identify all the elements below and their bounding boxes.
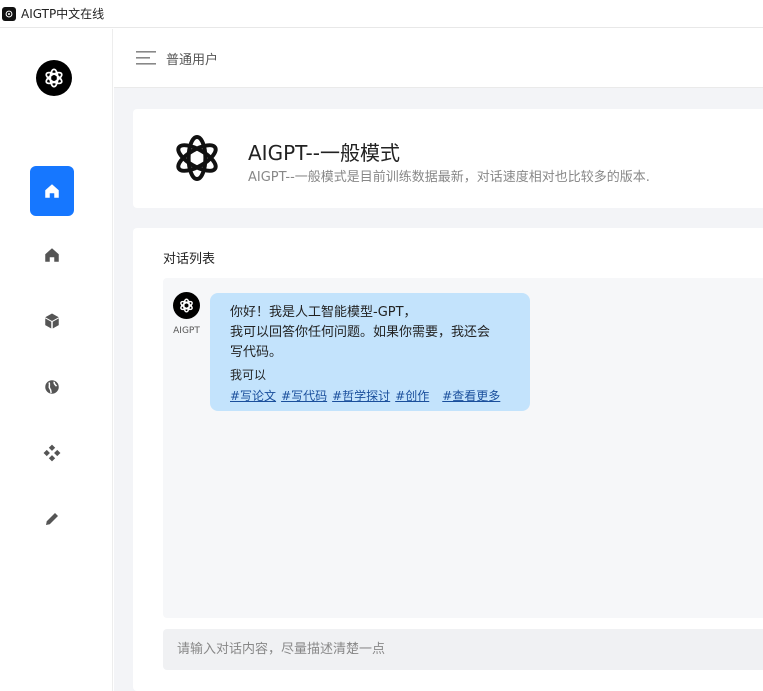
tag-philosophy[interactable]: #哲学探讨 <box>332 389 390 403</box>
sidebar-item-cube[interactable] <box>30 296 74 346</box>
diamonds-icon <box>43 444 61 462</box>
sidebar-item-globe[interactable] <box>30 362 74 412</box>
message-line: 我可以回答你任何问题。如果你需要，我还会 <box>230 325 491 340</box>
chat-message-area[interactable]: AIGPT 你好！我是人工智能模型-GPT， 我可以回答你任何问题。如果你需要，… <box>163 278 763 618</box>
model-info-card: AIGPT--一般模式 AIGPT--一般模式是目前训练数据最新，对话速度相对也… <box>133 109 763 208</box>
openai-logo-icon <box>176 135 218 181</box>
suggestion-tags: #写论文 #写代码 #哲学探讨 #创作 #查看更多 <box>230 387 510 405</box>
message-line: 写代码。 <box>230 345 283 360</box>
user-role-label: 普通用户 <box>166 52 219 68</box>
window-title: AIGTP中文在线 <box>21 7 105 21</box>
top-header: 普通用户 <box>114 29 763 88</box>
sidebar-item-home[interactable] <box>30 230 74 280</box>
bot-name: AIGPT <box>173 326 200 336</box>
home-icon <box>45 184 59 198</box>
tag-write-paper[interactable]: #写论文 <box>230 389 276 403</box>
menu-icon[interactable] <box>136 50 156 66</box>
globe-icon <box>45 380 59 394</box>
model-description: AIGPT--一般模式是目前训练数据最新，对话速度相对也比较多的版本. <box>248 170 650 185</box>
tag-view-more[interactable]: #查看更多 <box>442 389 500 403</box>
chat-list-title: 对话列表 <box>163 252 216 267</box>
message-line: 你好！我是人工智能模型-GPT， <box>230 305 417 320</box>
sidebar-item-pencil[interactable] <box>30 494 74 544</box>
home-icon <box>45 248 59 262</box>
app-logo-icon <box>2 6 16 21</box>
cube-icon <box>45 313 59 329</box>
tag-creation[interactable]: #创作 <box>395 389 429 403</box>
sidebar-item-diamonds[interactable] <box>30 428 74 478</box>
pencil-icon <box>46 513 58 525</box>
sidebar <box>0 29 113 691</box>
message-subtitle: 我可以 <box>230 368 267 382</box>
bot-message-bubble: 你好！我是人工智能模型-GPT， 我可以回答你任何问题。如果你需要，我还会 写代… <box>210 293 530 411</box>
tag-write-code[interactable]: #写代码 <box>281 389 327 403</box>
chat-panel: 对话列表 AIGPT 你好！我是人工智能模型-GPT， 我可以回答你任何问题。如… <box>133 228 763 691</box>
main-content: 普通用户 AIGPT--一般模式 AIGPT--一般模式是目前训练数据最新，对话… <box>114 29 763 691</box>
bot-avatar <box>173 292 200 319</box>
window-titlebar: AIGTP中文在线 <box>0 0 763 28</box>
openai-logo-icon <box>180 298 193 313</box>
chat-input[interactable] <box>163 629 763 670</box>
openai-logo-icon[interactable] <box>36 60 72 96</box>
sidebar-item-home-active[interactable] <box>30 166 74 216</box>
model-title: AIGPT--一般模式 <box>248 141 400 165</box>
